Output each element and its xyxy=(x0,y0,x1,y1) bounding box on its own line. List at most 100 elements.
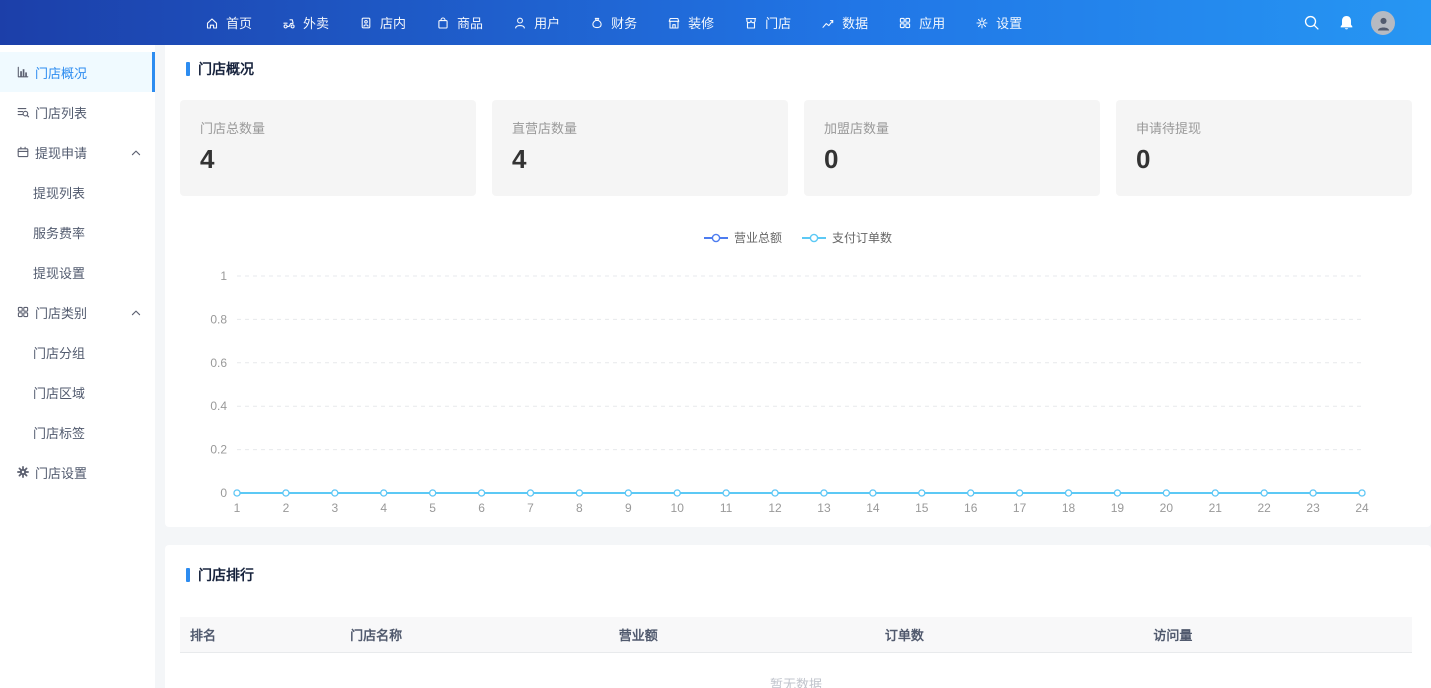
data-icon xyxy=(821,16,835,30)
nav-item-user[interactable]: 用户 xyxy=(513,0,560,45)
svg-text:11: 11 xyxy=(720,501,733,515)
overview-panel: 门店概况 门店总数量4直营店数量4加盟店数量0申请待提现0 营业总额支付订单数 … xyxy=(165,45,1431,527)
gear-icon xyxy=(16,465,30,479)
sidebar-subitem-label: 门店标签 xyxy=(33,423,85,442)
svg-text:13: 13 xyxy=(817,501,831,515)
ranking-column-header-0: 排名 xyxy=(180,617,340,652)
user-icon xyxy=(513,16,527,30)
sidebar-item-label: 提现申请 xyxy=(35,143,87,162)
sidebar-subitem-store-region[interactable]: 门店区域 xyxy=(0,372,155,412)
search-icon[interactable] xyxy=(1301,13,1321,33)
legend-marker-icon xyxy=(802,233,826,243)
sidebar-subitem-service-rate[interactable]: 服务费率 xyxy=(0,212,155,252)
takeout-icon xyxy=(282,16,296,30)
sidebar-subitem-store-tag[interactable]: 门店标签 xyxy=(0,412,155,452)
svg-text:19: 19 xyxy=(1111,501,1125,515)
svg-text:4: 4 xyxy=(380,501,387,515)
svg-text:0.6: 0.6 xyxy=(210,356,227,370)
svg-text:20: 20 xyxy=(1160,501,1174,515)
legend-label: 营业总额 xyxy=(734,229,782,246)
grid-icon xyxy=(16,305,30,319)
stat-card-1: 直营店数量 4 xyxy=(492,100,788,196)
nav-item-instore[interactable]: 店内 xyxy=(359,0,406,45)
svg-text:0.8: 0.8 xyxy=(210,312,227,326)
legend-item-支付订单数[interactable]: 支付订单数 xyxy=(802,229,892,246)
ranking-table-empty-row: 暂无数据 xyxy=(180,652,1412,688)
header-bar: 首页 外卖 店内商品 用户 财务 装修 门店 数据 应用 设置 xyxy=(0,0,1431,45)
line-chart-canvas: 00.20.40.60.8112345678910111213141516171… xyxy=(165,256,1431,521)
stat-card-label: 加盟店数量 xyxy=(824,118,1080,137)
stat-card-value: 0 xyxy=(1136,146,1392,172)
stat-card-label: 直营店数量 xyxy=(512,118,768,137)
sidebar-subitem-store-group[interactable]: 门店分组 xyxy=(0,332,155,372)
overview-title-text: 门店概况 xyxy=(198,59,254,79)
svg-text:0: 0 xyxy=(220,486,227,500)
nav-item-label: 外卖 xyxy=(303,13,329,32)
header-right xyxy=(1301,11,1395,35)
store-icon xyxy=(744,16,758,30)
svg-text:14: 14 xyxy=(866,501,880,515)
chevron-up-icon xyxy=(129,306,143,320)
title-accent-bar xyxy=(186,62,190,76)
goods-icon xyxy=(436,16,450,30)
svg-text:7: 7 xyxy=(527,501,534,515)
nav-item-label: 设置 xyxy=(996,13,1022,32)
nav-item-label: 财务 xyxy=(611,13,637,32)
legend-item-营业总额[interactable]: 营业总额 xyxy=(704,229,782,246)
stat-card-value: 0 xyxy=(824,146,1080,172)
svg-text:5: 5 xyxy=(429,501,436,515)
nav-item-apps[interactable]: 应用 xyxy=(898,0,945,45)
withdraw-icon xyxy=(16,145,30,159)
nav-item-label: 门店 xyxy=(765,13,791,32)
chart-legend: 营业总额 支付订单数 xyxy=(165,229,1431,246)
ranking-table-header-row: 排名门店名称营业额订单数访问量 xyxy=(180,617,1412,652)
sidebar-subitem-withdraw-settings[interactable]: 提现设置 xyxy=(0,252,155,292)
sidebar-item-store-settings[interactable]: 门店设置 xyxy=(0,452,155,492)
nav-item-settings[interactable]: 设置 xyxy=(975,0,1022,45)
sidebar-item-store-category[interactable]: 门店类别 xyxy=(0,292,155,332)
ranking-column-header-4: 访问量 xyxy=(1143,617,1412,652)
nav-item-decorate[interactable]: 装修 xyxy=(667,0,714,45)
stat-card-3: 申请待提现0 xyxy=(1116,100,1412,196)
nav-item-data[interactable]: 数据 xyxy=(821,0,868,45)
svg-text:0.4: 0.4 xyxy=(210,399,227,413)
sidebar-item-withdraw-apply[interactable]: 提现申请 xyxy=(0,132,155,172)
overview-title: 门店概况 xyxy=(165,45,1431,79)
sidebar-subitem-withdraw-list[interactable]: 提现列表 xyxy=(0,172,155,212)
ranking-column-header-1: 门店名称 xyxy=(340,617,609,652)
nav-item-label: 数据 xyxy=(842,13,868,32)
sidebar-item-label: 门店设置 xyxy=(35,463,87,482)
finance-icon xyxy=(590,16,604,30)
ranking-column-header-2: 营业额 xyxy=(609,617,875,652)
svg-text:9: 9 xyxy=(625,501,632,515)
svg-text:1: 1 xyxy=(234,501,241,515)
sidebar-subitem-label: 门店分组 xyxy=(33,343,85,362)
nav-item-label: 装修 xyxy=(688,13,714,32)
nav-item-finance[interactable]: 财务 xyxy=(590,0,637,45)
stat-card-2: 加盟店数量 0 xyxy=(804,100,1100,196)
svg-text:15: 15 xyxy=(915,501,929,515)
stat-card-value: 4 xyxy=(512,146,768,172)
nav-item-store[interactable]: 门店 xyxy=(744,0,791,45)
nav-item-home[interactable]: 首页 xyxy=(205,0,252,45)
sidebar-subitem-label: 门店区域 xyxy=(33,383,85,402)
nav-item-goods[interactable]: 商品 xyxy=(436,0,483,45)
instore-icon xyxy=(359,16,373,30)
sidebar-subitem-label: 服务费率 xyxy=(33,223,85,242)
sidebar-item-store-overview[interactable]: 门店概况 xyxy=(0,52,155,92)
nav-item-label: 用户 xyxy=(534,13,560,32)
nav-item-takeout[interactable]: 外卖 xyxy=(282,0,329,45)
avatar[interactable] xyxy=(1371,11,1395,35)
svg-text:2: 2 xyxy=(283,501,290,515)
ranking-column-header-3: 订单数 xyxy=(875,617,1144,652)
bell-icon[interactable] xyxy=(1336,13,1356,33)
apps-icon xyxy=(898,16,912,30)
svg-text:21: 21 xyxy=(1209,501,1223,515)
stat-card-value: 4 xyxy=(200,146,456,172)
svg-text:3: 3 xyxy=(331,501,338,515)
sidebar-item-store-list[interactable]: 门店列表 xyxy=(0,92,155,132)
home-icon xyxy=(205,16,219,30)
list-search-icon xyxy=(16,105,30,119)
sidebar-subitem-label: 提现列表 xyxy=(33,183,85,202)
settings-icon xyxy=(975,16,989,30)
